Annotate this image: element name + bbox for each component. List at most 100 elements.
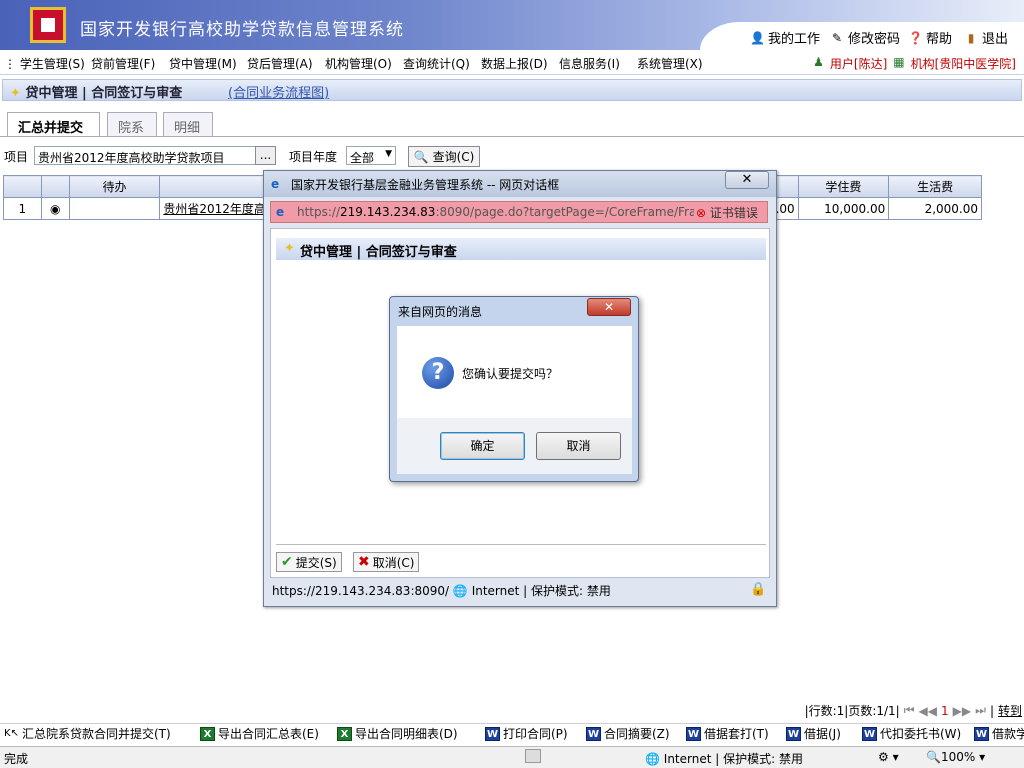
tab-summary-submit[interactable]: 汇总并提交 [7,112,100,137]
row-radio[interactable]: ◉ [40,197,70,220]
menu-system[interactable]: 系统管理(X) [637,55,703,72]
project-input[interactable]: 贵州省2012年度高校助学贷款项目 [34,146,256,165]
question-icon: ? [422,357,454,389]
loan-student-button[interactable]: W 借款学 [974,725,1024,742]
magnifier-icon: 🔍 [413,149,429,164]
zoom-control[interactable]: 🔍100% ▾ [926,750,985,764]
ok-button[interactable]: 确定 [440,432,525,460]
cdb-logo-icon [30,7,66,43]
menu-query[interactable]: 查询统计(Q) [403,55,470,72]
lock-icon: 🔒 [750,582,767,597]
current-page: 1 [941,703,949,718]
my-work-link[interactable]: 👤 我的工作 [750,28,820,48]
tab-divider [0,136,1024,137]
prev-page-icon[interactable]: ◀◀ [919,704,937,718]
col-no [3,175,42,198]
col-todo: 待办 [68,175,161,198]
submit-button[interactable]: ✔ 提交(S) [276,552,342,572]
excel-icon: X [337,726,352,741]
x-icon: ✖ [358,554,370,570]
word-icon: W [586,726,601,741]
zone-info: 🌐 Internet | 保护模式: 禁用 [645,752,803,766]
confirm-title: 来自网页的消息 [398,305,483,319]
menu-report[interactable]: 数据上报(D) [481,55,548,72]
help-icon: ❓ [908,30,923,45]
page-status-icon [525,749,541,763]
menu-postloan[interactable]: 贷后管理(A) [247,55,313,72]
first-page-icon[interactable]: ⏮ [904,703,915,718]
last-page-icon[interactable]: ⏭ [975,703,986,718]
breadcrumb: ✦ 贷中管理 | 合同签订与审查 [10,86,183,101]
word-icon: W [862,726,877,741]
iou-overprint-button[interactable]: W 借据套打(T) [686,725,769,742]
pager: |行数:1|页数:1/1| ⏮ ◀◀ 1 ▶▶ ⏭ | 转到 [804,702,1022,719]
goto-button[interactable]: 转到 [998,702,1022,719]
menu-preloan[interactable]: 贷前管理(F) [91,55,155,72]
confirm-cancel-button[interactable]: 取消 [536,432,621,460]
print-contract-button[interactable]: W 打印合同(P) [485,725,568,742]
help-link[interactable]: ❓ 帮助 [908,28,952,48]
export-detail-button[interactable]: X 导出合同明细表(D) [337,725,458,742]
security-icon[interactable]: ⚙ ▾ [878,750,899,764]
next-page-icon[interactable]: ▶▶ [953,704,971,718]
dialog-divider [276,544,766,545]
row-living: 2,000.00 [888,197,982,220]
excel-icon: X [200,726,215,741]
tab-detail[interactable]: 明细 [163,112,213,136]
dialog-close-button[interactable]: ✕ [725,171,769,189]
col-living: 生活费 [888,175,982,198]
project-label: 项目 [4,150,29,164]
menu-info[interactable]: 信息服务(I) [559,55,620,72]
confirm-close-button[interactable]: ✕ [587,298,631,316]
menu-inloan[interactable]: 贷中管理(M) [169,55,237,72]
door-icon: ▮ [967,30,975,45]
pencil-icon: ✎ [831,30,843,45]
year-select[interactable]: 全部 ▼ [346,146,396,165]
row-tuition: 10,000.00 [797,197,890,220]
summarize-submit-button[interactable]: K↖ 汇总院系贷款合同并提交(T) [4,725,171,742]
browser-statusbar [0,746,1024,768]
close-icon: ✕ [741,172,753,187]
cancel-button[interactable]: ✖ 取消(C) [353,552,420,572]
year-label: 项目年度 [289,150,338,164]
logout-link[interactable]: ▮ 退出 [964,28,1008,48]
dialog-title: 国家开发银行基层金融业务管理系统 -- 网页对话框 [291,178,560,192]
flowchart-link[interactable]: (合同业务流程图) [228,82,329,101]
confirm-message: 您确认要提交吗？ [462,367,559,381]
error-icon: ⊗ [696,206,707,220]
org-icon: ▦ [893,55,905,69]
col-tuition: 学住费 [797,175,890,198]
row-todo [68,197,161,220]
word-icon: W [485,726,500,741]
certificate-error[interactable]: ⊗ 证书错误 [694,204,758,221]
star-icon: ✦ [10,86,21,101]
change-password-link[interactable]: ✎ 修改密码 [830,28,900,48]
export-summary-button[interactable]: X 导出合同汇总表(E) [200,725,319,742]
star-icon: ✦ [284,241,295,256]
system-title: 国家开发银行高校助学贷款信息管理系统 [80,20,404,40]
word-icon: W [974,726,989,741]
user-icon: ♟ [813,55,824,69]
contract-summary-button[interactable]: W 合同摘要(Z) [586,725,670,742]
withholding-button[interactable]: W 代扣委托书(W) [862,725,961,742]
word-icon: W [686,726,701,741]
pager-info: |行数:1|页数:1/1| [804,704,900,718]
dialog-statusbar: https://219.143.234.83:8090/ 🌐 Internet … [272,584,611,598]
check-icon: ✔ [281,554,293,570]
iou-button[interactable]: W 借据(J) [786,725,841,742]
menu-student[interactable]: ⋮ 学生管理(S) [4,55,85,72]
globe-icon: 🌐 [452,584,468,598]
cursor-icon: K↖ [4,728,19,739]
dropdown-arrow-icon: ▼ [385,149,392,159]
tab-department[interactable]: 院系 [107,112,157,136]
word-icon: W [786,726,801,741]
close-icon: ✕ [603,300,615,314]
person-icon: 👤 [750,30,765,45]
project-browse-button[interactable]: ... [255,146,276,165]
row-no: 1 [3,197,42,220]
menu-org[interactable]: 机构管理(O) [325,55,392,72]
query-button[interactable]: 🔍 查询(C) [408,146,480,167]
col-select [40,175,70,198]
user-info: ♟ 用户[陈达] ▦ 机构[贵阳中医学院] [813,55,1016,71]
magnifier-icon: 🔍 [926,750,941,764]
